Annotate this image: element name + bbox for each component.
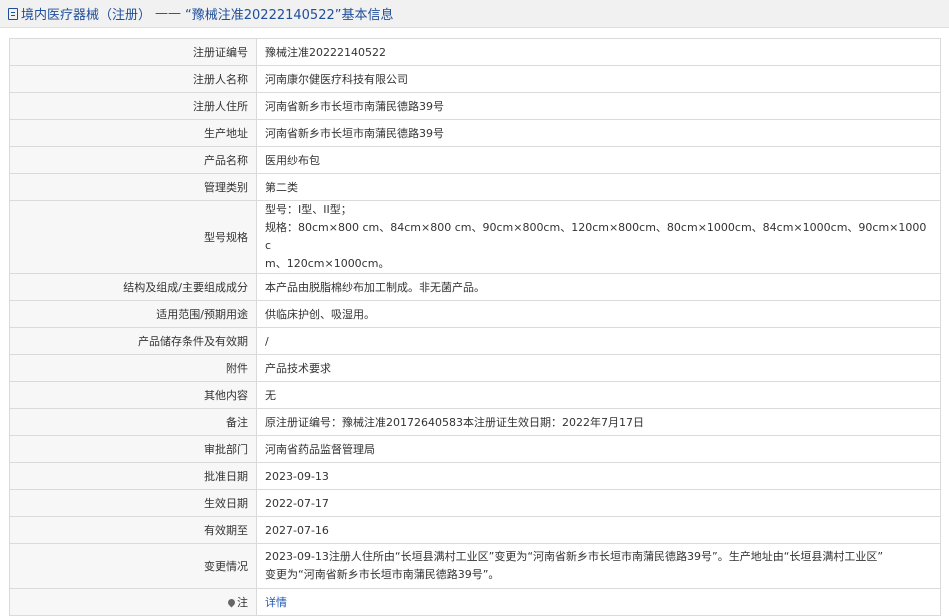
table-row: 注 详情 [9,588,941,616]
row-label: 附件 [9,354,257,382]
table-row: 其他内容 无 [9,381,941,409]
spec-line: m、120cm×1000cm。 [265,257,390,270]
table-row: 生效日期 2022-07-17 [9,489,941,517]
row-label: 管理类别 [9,173,257,201]
table-row: 附件 产品技术要求 [9,354,941,382]
info-table-wrapper: 注册证编号 豫械注准20222140522 注册人名称 河南康尔健医疗科技有限公… [9,38,941,616]
row-value: 原注册证编号：豫械注准20172640583本注册证生效日期：2022年7月17… [256,408,941,436]
table-row: 管理类别 第二类 [9,173,941,201]
map-pin-icon [226,597,237,608]
change-line: 变更为“河南省新乡市长垣市南蒲民德路39号”。 [265,568,500,581]
table-row: 备注 原注册证编号：豫械注准20172640583本注册证生效日期：2022年7… [9,408,941,436]
table-row: 型号规格 型号：I型、II型； 规格：80cm×800 cm、84cm×800 … [9,200,941,274]
table-row: 注册人名称 河南康尔健医疗科技有限公司 [9,65,941,93]
table-row: 产品储存条件及有效期 / [9,327,941,355]
row-label: 有效期至 [9,516,257,544]
row-value: / [256,327,941,355]
row-value: 2022-07-17 [256,489,941,517]
row-label: 审批部门 [9,435,257,463]
spec-line: 规格：80cm×800 cm、84cm×800 cm、90cm×800cm、12… [265,221,927,252]
info-table: 注册证编号 豫械注准20222140522 注册人名称 河南康尔健医疗科技有限公… [9,38,941,616]
table-row: 审批部门 河南省药品监督管理局 [9,435,941,463]
row-value: 河南康尔健医疗科技有限公司 [256,65,941,93]
page-header: 境内医疗器械（注册） —— “豫械注准20222140522”基本信息 [0,0,949,28]
row-label: 产品储存条件及有效期 [9,327,257,355]
header-title: “豫械注准20222140522”基本信息 [185,8,394,23]
row-label: 结构及组成/主要组成成分 [9,273,257,301]
row-value: 本产品由脱脂棉纱布加工制成。非无菌产品。 [256,273,941,301]
row-label: 其他内容 [9,381,257,409]
note-label: 注 [237,596,248,609]
row-label: 注册证编号 [9,38,257,66]
table-row: 生产地址 河南省新乡市长垣市南蒲民德路39号 [9,119,941,147]
table-row: 结构及组成/主要组成成分 本产品由脱脂棉纱布加工制成。非无菌产品。 [9,273,941,301]
row-value: 详情 [256,588,941,616]
table-row: 变更情况 2023-09-13注册人住所由“长垣县满村工业区”变更为“河南省新乡… [9,543,941,589]
table-row: 产品名称 医用纱布包 [9,146,941,174]
row-value: 型号：I型、II型； 规格：80cm×800 cm、84cm×800 cm、90… [256,200,941,274]
row-label: 注册人住所 [9,92,257,120]
row-value: 医用纱布包 [256,146,941,174]
row-value: 无 [256,381,941,409]
header-category: 境内医疗器械（注册） [21,8,152,23]
spec-line: 型号：I型、II型； [265,203,352,216]
row-label: 产品名称 [9,146,257,174]
row-label: 生产地址 [9,119,257,147]
row-value: 供临床护创、吸湿用。 [256,300,941,328]
row-label: 适用范围/预期用途 [9,300,257,328]
document-icon [8,7,18,20]
row-value: 第二类 [256,173,941,201]
row-label: 批准日期 [9,462,257,490]
row-value: 2023-09-13注册人住所由“长垣县满村工业区”变更为“河南省新乡市长垣市南… [256,543,941,589]
table-row: 注册证编号 豫械注准20222140522 [9,38,941,66]
row-value: 产品技术要求 [256,354,941,382]
row-label: 变更情况 [9,543,257,589]
change-line: 2023-09-13注册人住所由“长垣县满村工业区”变更为“河南省新乡市长垣市南… [265,550,884,563]
table-row: 适用范围/预期用途 供临床护创、吸湿用。 [9,300,941,328]
row-label: 注册人名称 [9,65,257,93]
table-row: 注册人住所 河南省新乡市长垣市南蒲民德路39号 [9,92,941,120]
row-value: 2023-09-13 [256,462,941,490]
row-label: 生效日期 [9,489,257,517]
table-row: 有效期至 2027-07-16 [9,516,941,544]
details-link[interactable]: 详情 [265,596,287,609]
header-separator: —— [155,6,182,21]
table-row: 批准日期 2023-09-13 [9,462,941,490]
row-label: 备注 [9,408,257,436]
row-value: 豫械注准20222140522 [256,38,941,66]
row-value: 河南省新乡市长垣市南蒲民德路39号 [256,92,941,120]
row-value: 河南省新乡市长垣市南蒲民德路39号 [256,119,941,147]
row-value: 2027-07-16 [256,516,941,544]
row-label: 注 [9,588,257,616]
row-value: 河南省药品监督管理局 [256,435,941,463]
row-label: 型号规格 [9,200,257,274]
